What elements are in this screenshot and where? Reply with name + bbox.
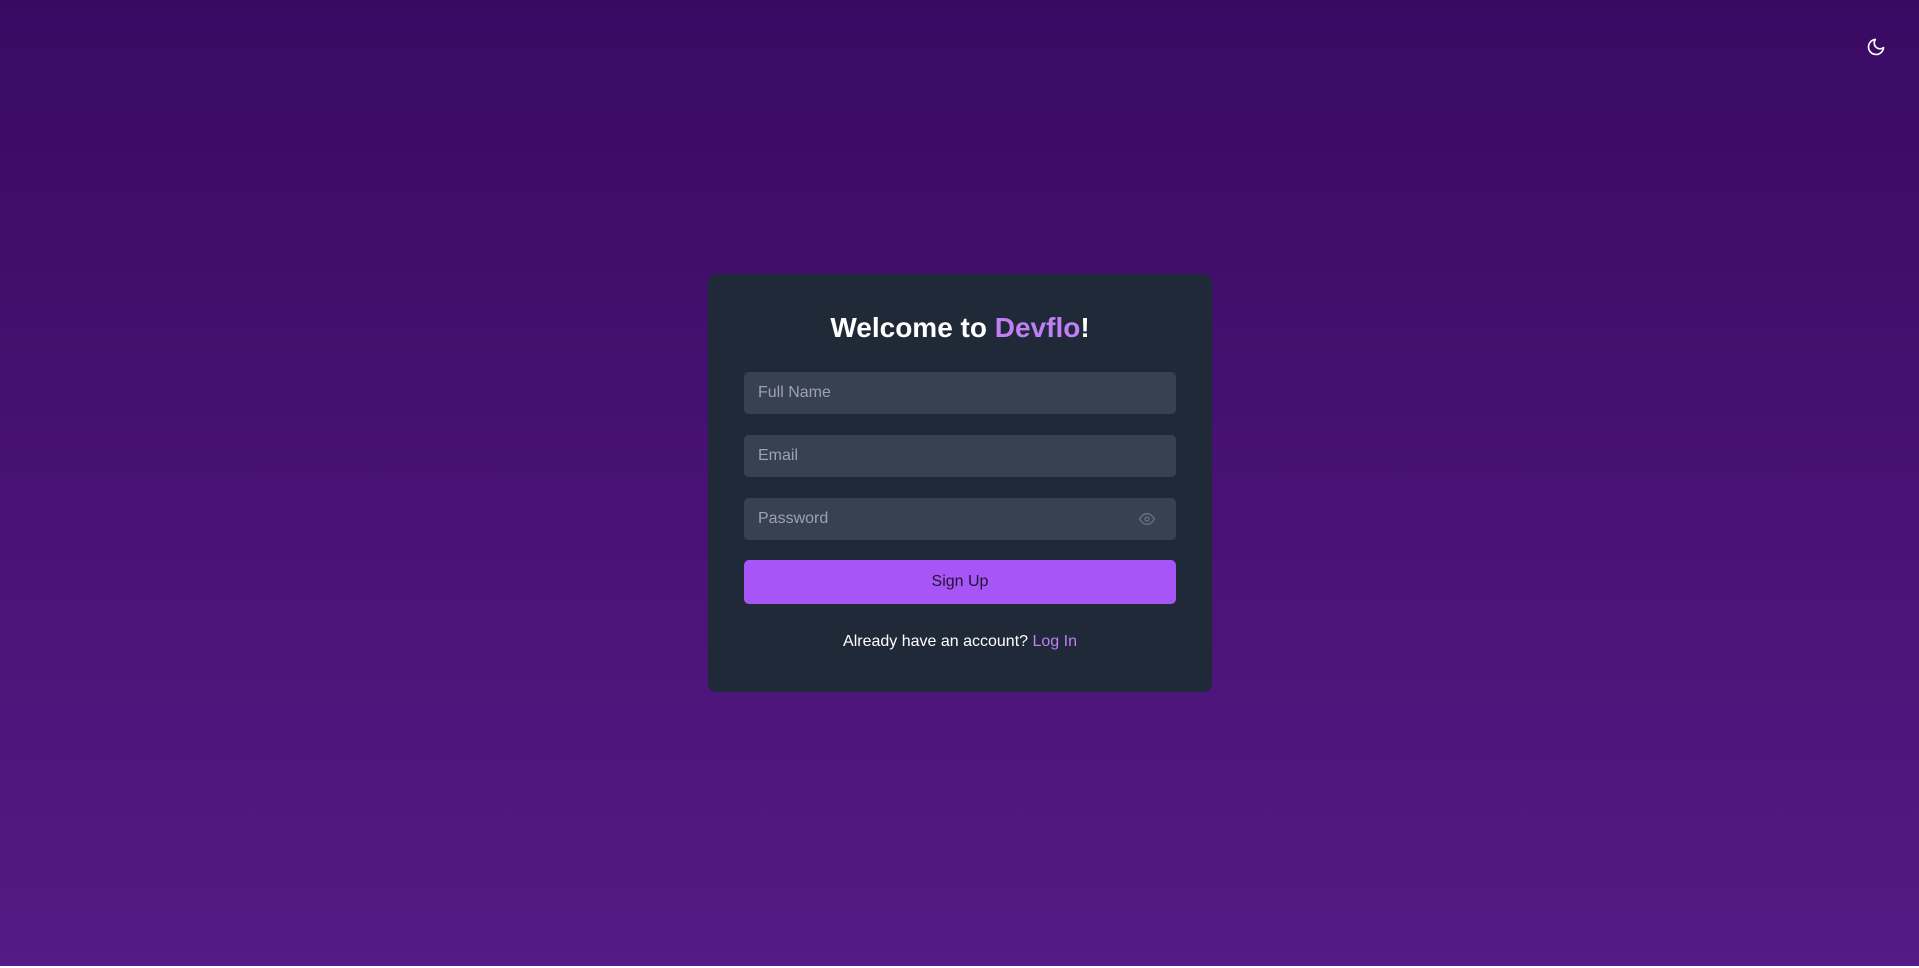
page-title: Welcome to Devflo! [744, 310, 1176, 346]
page-background: Welcome to Devflo! Sign Up Already have … [0, 0, 1919, 966]
eye-icon [1139, 513, 1155, 525]
password-input[interactable] [744, 498, 1176, 540]
theme-toggle-button[interactable] [1861, 32, 1891, 62]
show-password-toggle[interactable] [1138, 510, 1156, 528]
signup-card: Welcome to Devflo! Sign Up Already have … [708, 274, 1212, 692]
brand-name: Devflo [994, 312, 1081, 343]
moon-icon [1867, 38, 1885, 56]
full-name-field [744, 372, 1176, 414]
full-name-input[interactable] [744, 372, 1176, 414]
title-suffix: ! [1080, 312, 1090, 343]
email-input[interactable] [744, 435, 1176, 477]
sign-up-button[interactable]: Sign Up [744, 560, 1176, 604]
login-prompt-text: Already have an account? [843, 633, 1033, 650]
email-field [744, 435, 1176, 477]
login-prompt: Already have an account? Log In [744, 633, 1176, 651]
title-prefix: Welcome to [830, 312, 995, 343]
password-field [744, 498, 1176, 540]
log-in-link[interactable]: Log In [1032, 633, 1076, 650]
